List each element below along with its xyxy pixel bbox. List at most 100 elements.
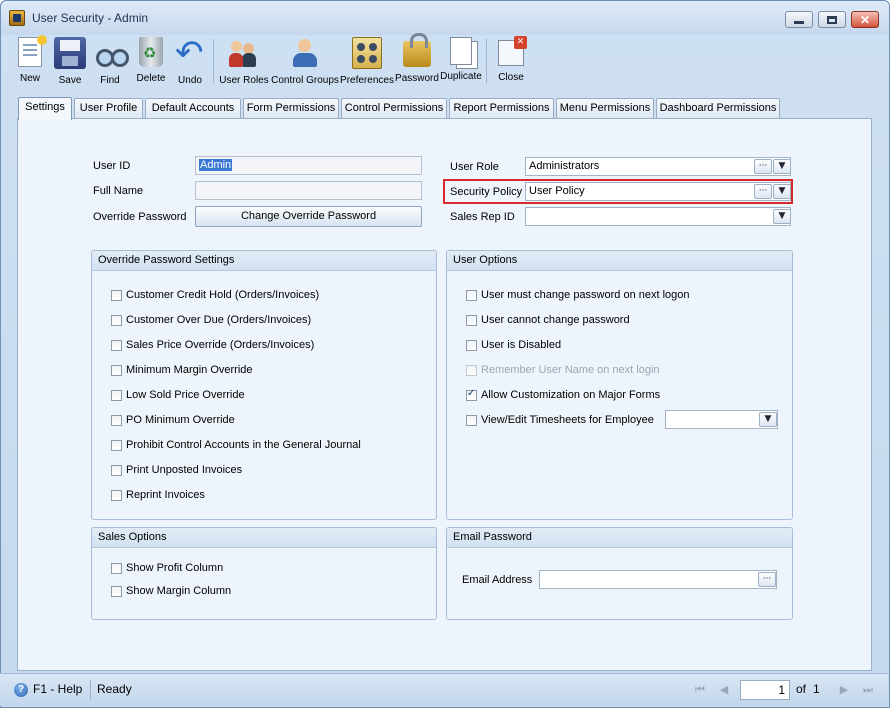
checkbox-minimum-margin-override[interactable]: Minimum Margin Override bbox=[111, 363, 253, 377]
save-button[interactable]: Save bbox=[53, 35, 87, 89]
first-page-icon[interactable]: ⏮ bbox=[692, 682, 708, 698]
security-policy-lookup-button[interactable]: ··· bbox=[754, 184, 772, 199]
user-id-field[interactable]: Admin bbox=[195, 156, 422, 175]
user-role-combo[interactable]: Administrators ··· ▼ bbox=[525, 157, 791, 176]
user-role-dropdown-button[interactable]: ▼ bbox=[773, 159, 790, 174]
checkbox-user-is-disabled[interactable]: User is Disabled bbox=[466, 338, 561, 352]
checkbox-box[interactable] bbox=[111, 339, 122, 351]
checkbox-box[interactable] bbox=[111, 439, 122, 451]
change-override-password-button[interactable]: Change Override Password bbox=[195, 206, 422, 227]
undo-button[interactable]: Undo bbox=[173, 33, 207, 89]
user-roles-button[interactable]: User Roles bbox=[219, 35, 269, 89]
checkbox-box[interactable] bbox=[466, 289, 477, 301]
checkbox-label: Remember User Name on next login bbox=[481, 364, 660, 376]
checkbox-reprint-invoices[interactable]: Reprint Invoices bbox=[111, 488, 205, 502]
delete-button[interactable]: Delete bbox=[134, 35, 168, 89]
user-options-title: User Options bbox=[447, 251, 792, 271]
close-window-button[interactable]: ✕ bbox=[851, 11, 879, 28]
checkbox-box[interactable] bbox=[111, 562, 122, 574]
checkbox-box[interactable] bbox=[111, 464, 122, 476]
of-label: of bbox=[796, 682, 807, 696]
last-page-icon[interactable]: ⏭ bbox=[860, 682, 876, 698]
app-icon bbox=[9, 10, 25, 26]
minimize-icon bbox=[794, 20, 804, 24]
checkbox-box[interactable] bbox=[466, 339, 477, 351]
checkbox-box[interactable] bbox=[466, 414, 477, 426]
checkbox-label: Print Unposted Invoices bbox=[126, 464, 243, 476]
checkbox-print-unposted-invoices[interactable]: Print Unposted Invoices bbox=[111, 463, 242, 477]
checkbox-show-margin-column[interactable]: Show Margin Column bbox=[111, 584, 231, 598]
checkbox-prohibit-control-accounts[interactable]: Prohibit Control Accounts in the General… bbox=[111, 438, 361, 452]
find-button[interactable]: Find bbox=[93, 35, 129, 89]
tab-menu-permissions[interactable]: Menu Permissions bbox=[556, 98, 654, 119]
checkbox-cannot-change-password[interactable]: User cannot change password bbox=[466, 313, 630, 327]
tab-dashboard-permissions[interactable]: Dashboard Permissions bbox=[656, 98, 780, 119]
checkbox-box[interactable] bbox=[111, 389, 122, 401]
security-policy-dropdown-button[interactable]: ▼ bbox=[773, 184, 790, 199]
checkbox-box[interactable] bbox=[466, 314, 477, 326]
user-id-label: User ID bbox=[93, 160, 131, 172]
sales-rep-id-combo[interactable]: ▼ bbox=[525, 207, 791, 226]
status-text: Ready bbox=[97, 682, 132, 696]
new-button[interactable]: New bbox=[13, 35, 47, 89]
checkbox-po-minimum-override[interactable]: PO Minimum Override bbox=[111, 413, 235, 427]
checkbox-must-change-password[interactable]: User must change password on next logon bbox=[466, 288, 690, 302]
preferences-button[interactable]: Preferences bbox=[340, 35, 394, 89]
checkbox-box[interactable] bbox=[111, 314, 122, 326]
employee-combo[interactable]: ▼ bbox=[665, 410, 778, 429]
maximize-button[interactable] bbox=[818, 11, 846, 28]
checkbox-label: Reprint Invoices bbox=[126, 489, 205, 501]
user-roles-label: User Roles bbox=[219, 75, 269, 86]
password-button[interactable]: Password bbox=[395, 33, 439, 89]
status-separator bbox=[90, 680, 91, 700]
checkbox-box[interactable] bbox=[111, 489, 122, 501]
checkbox-label: User must change password on next logon bbox=[481, 289, 690, 301]
delete-label: Delete bbox=[136, 73, 166, 84]
tab-control-permissions[interactable]: Control Permissions bbox=[341, 98, 447, 119]
tab-user-profile[interactable]: User Profile bbox=[74, 98, 143, 119]
full-name-field[interactable] bbox=[195, 181, 422, 200]
email-address-field[interactable]: ··· bbox=[539, 570, 777, 589]
save-icon bbox=[54, 37, 86, 69]
next-page-icon[interactable]: ▶ bbox=[836, 682, 852, 698]
minimize-button[interactable] bbox=[785, 11, 813, 28]
total-pages: 1 bbox=[813, 682, 820, 696]
security-policy-combo[interactable]: User Policy ··· ▼ bbox=[525, 182, 791, 201]
checkbox-low-sold-price-override[interactable]: Low Sold Price Override bbox=[111, 388, 245, 402]
checkbox-view-edit-timesheets[interactable]: View/Edit Timesheets for Employee bbox=[466, 413, 654, 427]
user-id-value: Admin bbox=[199, 159, 233, 171]
tab-settings[interactable]: Settings bbox=[18, 97, 72, 120]
employee-dropdown-button[interactable]: ▼ bbox=[759, 412, 777, 427]
checkbox-customer-over-due[interactable]: Customer Over Due (Orders/Invoices) bbox=[111, 313, 311, 327]
duplicate-icon bbox=[450, 37, 472, 65]
tab-default-accounts[interactable]: Default Accounts bbox=[145, 98, 241, 119]
checkbox-label: Show Margin Column bbox=[126, 585, 232, 597]
checkbox-show-profit-column[interactable]: Show Profit Column bbox=[111, 561, 223, 575]
email-lookup-button[interactable]: ··· bbox=[758, 572, 776, 587]
previous-page-icon[interactable]: ◀ bbox=[716, 682, 732, 698]
checkbox-box[interactable] bbox=[111, 364, 122, 376]
sales-rep-dropdown-button[interactable]: ▼ bbox=[773, 209, 790, 224]
checkbox-box[interactable] bbox=[111, 289, 122, 301]
checkbox-box[interactable] bbox=[111, 585, 122, 597]
find-label: Find bbox=[100, 75, 120, 86]
close-button[interactable]: Close bbox=[494, 35, 528, 89]
tab-form-permissions[interactable]: Form Permissions bbox=[243, 98, 339, 119]
checkbox-box[interactable] bbox=[111, 414, 122, 426]
user-roles-icon bbox=[228, 37, 260, 69]
chevron-down-icon: ▼ bbox=[764, 414, 772, 424]
page-number-input[interactable]: 1 bbox=[740, 680, 790, 700]
tab-report-permissions[interactable]: Report Permissions bbox=[449, 98, 554, 119]
checkbox-box[interactable] bbox=[466, 388, 477, 401]
help-text[interactable]: F1 - Help bbox=[33, 682, 82, 696]
security-policy-label: Security Policy bbox=[450, 186, 523, 198]
control-groups-icon bbox=[289, 37, 321, 69]
duplicate-button[interactable]: Duplicate bbox=[440, 35, 482, 89]
user-role-lookup-button[interactable]: ··· bbox=[754, 159, 772, 174]
checkbox-customer-credit-hold[interactable]: Customer Credit Hold (Orders/Invoices) bbox=[111, 288, 319, 302]
control-groups-button[interactable]: Control Groups bbox=[271, 35, 339, 89]
help-icon[interactable]: ? bbox=[14, 683, 28, 697]
checkbox-sales-price-override[interactable]: Sales Price Override (Orders/Invoices) bbox=[111, 338, 314, 352]
checkbox-allow-customization[interactable]: Allow Customization on Major Forms bbox=[466, 388, 660, 402]
duplicate-label: Duplicate bbox=[440, 71, 482, 82]
